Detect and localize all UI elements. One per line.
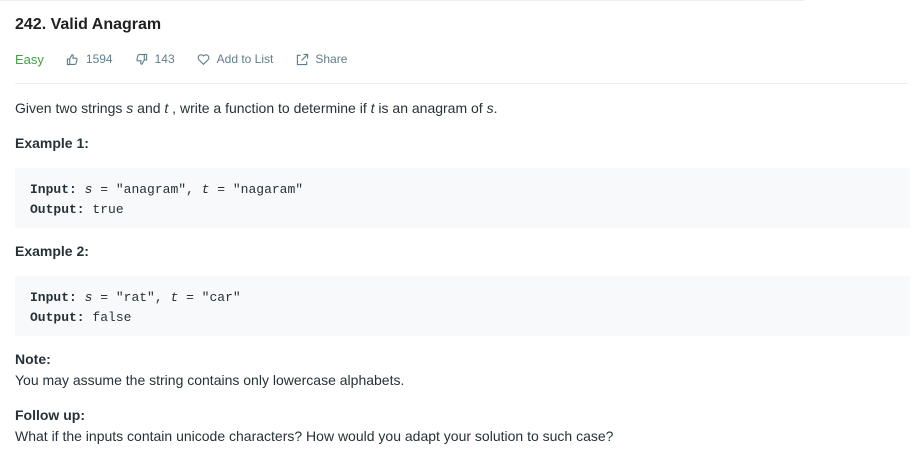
problem-title: 242. Valid Anagram: [15, 16, 162, 33]
add-to-list-label: Add to List: [216, 52, 274, 66]
heart-icon: [197, 52, 211, 66]
output-label: Output:: [30, 310, 85, 325]
share-button[interactable]: Share: [295, 52, 347, 66]
like-count: 1594: [85, 52, 113, 66]
add-to-list-button[interactable]: Add to List: [197, 52, 274, 66]
example-2-heading: Example 2:: [15, 243, 89, 259]
difficulty-badge: Easy: [15, 51, 44, 67]
note-heading: Note:: [15, 351, 51, 367]
share-icon: [295, 52, 309, 66]
problem-description: Given two strings s and t , write a func…: [15, 100, 497, 116]
s-value: = "rat",: [92, 290, 171, 305]
desc-var-s: s: [486, 100, 494, 116]
output-value: true: [84, 202, 124, 217]
input-label: Input:: [30, 182, 77, 197]
example-1-heading: Example 1:: [15, 135, 89, 151]
follow-up-heading: Follow up:: [15, 407, 85, 423]
t-value: = "car": [178, 290, 241, 305]
desc-text: is an anagram of: [374, 100, 487, 116]
example-2-code-block: Input: s = "rat", t = "car" Output: fals…: [15, 276, 910, 336]
header-divider: [15, 83, 908, 84]
thumbs-down-icon: [135, 52, 149, 66]
dislike-count: 143: [154, 52, 175, 66]
s-value: = "anagram",: [92, 182, 202, 197]
problem-meta-bar: Easy 1594 143 Add to List Share: [15, 51, 369, 67]
note-text: You may assume the string contains only …: [15, 372, 405, 388]
dislike-button[interactable]: 143: [135, 52, 175, 66]
input-label: Input:: [30, 290, 77, 305]
example-1-code-block: Input: s = "anagram", t = "nagaram" Outp…: [15, 168, 910, 228]
like-button[interactable]: 1594: [66, 52, 113, 66]
desc-text: .: [493, 100, 498, 116]
top-border: [0, 0, 804, 1]
follow-up-text: What if the inputs contain unicode chara…: [15, 428, 614, 444]
output-value: false: [84, 310, 132, 325]
output-label: Output:: [30, 202, 85, 217]
desc-text: , write a function to determine if: [168, 100, 371, 116]
desc-text: and: [133, 100, 165, 116]
share-label: Share: [315, 52, 348, 66]
thumbs-up-icon: [66, 52, 80, 66]
desc-text: Given two strings: [15, 100, 127, 116]
t-value: = "nagaram": [209, 182, 304, 197]
